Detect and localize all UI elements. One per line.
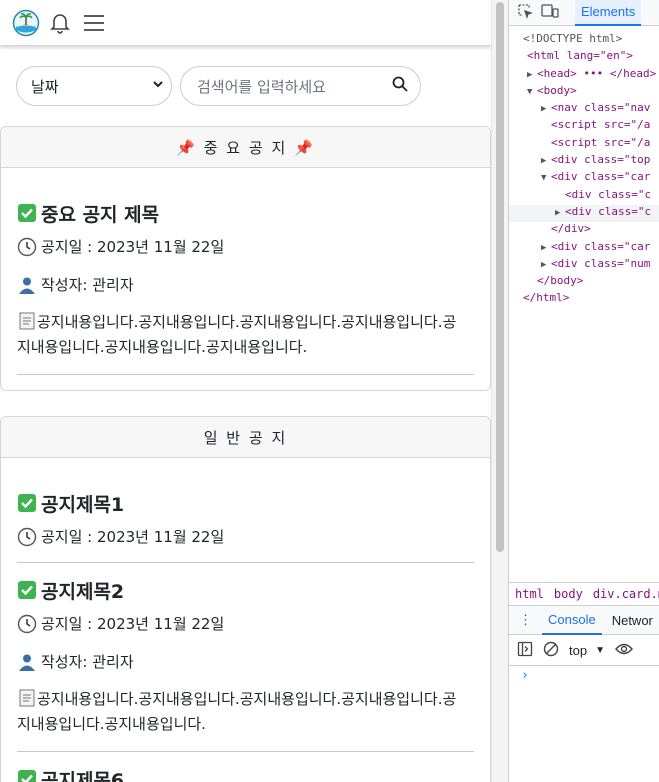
notice-date-text: 공지일 : 2023년 11월 22일 [41,238,225,256]
dom-node[interactable]: <!DOCTYPE html> [509,32,659,49]
user-icon [17,652,37,672]
context-select[interactable]: top ▼ [569,643,605,658]
important-notice-card: 📌 중 요 공 지 📌 중요 공지 제목 공지일 : 2023년 11월 22일 [0,126,491,391]
drawer-tabs: ⋮ Console Networ [509,605,659,635]
browser-window: 날짜 검색어를 입력하세요 📌 중 요 공 지 📌 중요 공지 제목 공지일:… [0,0,659,782]
notice-author: 작성자: 관리자 [17,274,474,296]
dom-node[interactable]: </body> [509,274,659,291]
dom-node[interactable]: <html lang="en"> [509,49,659,66]
inspect-element-icon[interactable] [517,3,534,22]
notice-content-text: 공지내용입니다.공지내용입니다.공지내용입니다.공지내용입니다.공지내용입니다.… [17,690,457,733]
clear-console-icon[interactable] [543,641,559,660]
notice-content: 공지내용입니다.공지내용입니다.공지내용입니다.공지내용입니다.공지내용입니다.… [17,687,474,737]
dom-node[interactable]: ▶ <div class="num [509,257,659,274]
breadcrumb-item[interactable]: div.card.m [593,587,659,601]
dom-node[interactable]: ▶ <nav class="nav [509,101,659,118]
notice-item[interactable]: 공지제목2 공지일 : 2023년 11월 22일 작성자: 관리자 공지내용입… [17,563,474,752]
chevron-down-icon [151,77,165,95]
dom-node[interactable]: <script src="/a [509,136,659,153]
breadcrumb-item[interactable]: html [515,587,544,601]
notice-content-text: 공지내용입니다.공지내용입니다.공지내용입니다.공지내용입니다.공지내용입니다.… [17,313,457,356]
sidebar-toggle-icon[interactable] [517,641,533,660]
tab-elements[interactable]: Elements [575,0,642,26]
memo-icon [17,688,37,708]
notice-title: 중요 공지 제목 [17,200,474,226]
notice-item[interactable]: 공지제목6 [17,752,474,782]
notice-title: 공지제목1 [17,490,474,516]
dom-node-selected[interactable]: ▶ <div class="c [509,204,659,223]
dom-node[interactable]: </html> [509,291,659,308]
clock-icon [17,527,37,547]
search-placeholder: 검색어를 입력하세요 [197,77,326,96]
console-toolbar: top ▼ [509,636,659,666]
web-page: 날짜 검색어를 입력하세요 📌 중 요 공 지 📌 중요 공지 제목 공지일:… [0,0,491,782]
clock-icon [17,614,37,634]
notice-author: 작성자: 관리자 [17,651,474,673]
check-icon [17,769,37,782]
console-prompt-icon[interactable]: › [521,668,529,683]
hamburger-menu-icon[interactable] [82,11,106,35]
notice-author-text: 작성자: 관리자 [41,653,134,671]
eye-icon[interactable] [615,642,633,659]
device-toolbar-icon[interactable] [541,3,559,22]
notice-title-text: 공지제목2 [41,580,125,603]
search-icon[interactable] [392,76,408,96]
memo-icon [17,311,37,331]
dom-node[interactable]: <script src="/a [509,118,659,135]
breadcrumb-item[interactable]: body [554,587,583,601]
dom-tree: <!DOCTYPE html> <html lang="en"> ▶ <head>… [509,26,659,309]
notice-date: 공지일 : 2023년 11월 22일 [17,526,474,548]
more-vertical-icon[interactable]: ⋮ [519,612,532,628]
scrollbar-thumb[interactable] [496,2,504,552]
dom-node[interactable]: ▶ <div class="top [509,153,659,170]
notice-title-text: 공지제목6 [41,769,125,782]
dom-node[interactable]: ▶ <head> ••• </head> [509,67,659,84]
user-icon [17,275,37,295]
notice-date: 공지일 : 2023년 11월 22일 [17,236,474,258]
dom-node[interactable]: <div class="c [509,188,659,205]
island-logo-icon[interactable] [12,9,40,37]
notice-date-text: 공지일 : 2023년 11월 22일 [41,615,225,633]
check-icon [17,203,37,223]
sort-select-value: 날짜 [31,77,59,96]
notice-title-text: 공지제목1 [41,493,125,516]
notice-content: 공지내용입니다.공지내용입니다.공지내용입니다.공지내용입니다.공지내용입니다.… [17,310,474,360]
dom-node[interactable]: ▼ <body> [509,84,659,101]
sort-select[interactable]: 날짜 [16,66,172,106]
devtools-panel: Elements <!DOCTYPE html> <html lang="en"… [508,0,659,782]
page-scrollbar[interactable] [491,0,508,782]
notice-author-text: 작성자: 관리자 [41,276,134,294]
dom-node[interactable]: ▶ <div class="car [509,240,659,257]
notice-date-text: 공지일 : 2023년 11월 22일 [41,528,225,546]
notice-title: 공지제목6 [17,766,474,782]
notice-date: 공지일 : 2023년 11월 22일 [17,613,474,635]
general-card-header: 일 반 공 지 [1,417,490,458]
devtools-toolbar: Elements [509,0,659,26]
important-card-header: 📌 중 요 공 지 📌 [1,127,490,168]
clock-icon [17,237,37,257]
dom-node[interactable]: ▼ <div class="car [509,170,659,187]
filter-row: 날짜 검색어를 입력하세요 [16,66,491,106]
search-input[interactable]: 검색어를 입력하세요 [180,66,421,106]
notice-item[interactable]: 공지제목1 공지일 : 2023년 11월 22일 [17,458,474,563]
dom-node[interactable]: </div> [509,222,659,239]
bell-icon[interactable] [48,11,72,35]
check-icon [17,580,37,600]
notice-title: 공지제목2 [17,577,474,603]
dom-breadcrumb: html body div.card.m [509,582,659,604]
notice-title-text: 중요 공지 제목 [41,203,160,226]
check-icon [17,493,37,513]
notice-item[interactable]: 중요 공지 제목 공지일 : 2023년 11월 22일 작성자: 관리자 공지… [17,168,474,375]
divider [17,374,474,375]
general-notice-card: 일 반 공 지 공지제목1 공지일 : 2023년 11월 22일 공지제목2 … [0,416,491,782]
navbar [0,0,491,46]
tab-network[interactable]: Networ [612,613,653,628]
tab-console[interactable]: Console [542,605,602,635]
